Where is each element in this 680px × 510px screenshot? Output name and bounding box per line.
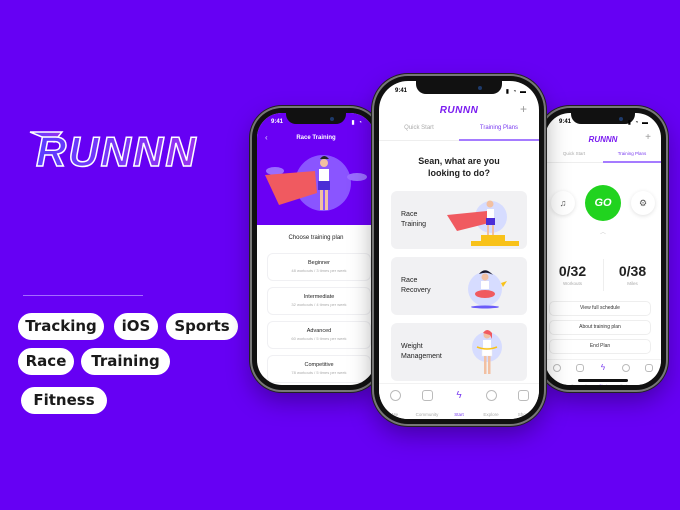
add-icon[interactable]: + — [520, 102, 527, 116]
nav-explore[interactable]: Explore — [475, 384, 507, 419]
status-time: 9:41 — [559, 119, 572, 125]
choose-plan-label: Choose training plan — [288, 235, 344, 241]
screen-goal-select: 9:41 ▮ ◔ ▬ RUNNN + Quick Start Training … — [379, 81, 539, 419]
home-indicator — [578, 379, 628, 382]
smiley-icon — [552, 364, 561, 372]
smiley-icon — [389, 390, 401, 401]
tab-quick-start[interactable]: Quick Start — [545, 151, 603, 162]
phone-notch — [571, 113, 635, 124]
plan-name: Beginner — [307, 260, 331, 266]
stat-label: Miles — [627, 281, 638, 286]
stat-value: 0/38 — [618, 263, 647, 279]
app-logo: RUNNN — [439, 105, 479, 116]
plan-detail: 78 workouts / 5 times per week — [291, 370, 347, 375]
stat-divider — [603, 259, 604, 291]
music-icon: ♫ — [559, 198, 567, 208]
hero-illustration: ‹ Race Training — [257, 113, 375, 225]
stat-workouts: 0/32 Workouts — [545, 263, 600, 286]
plan-detail: 60 workouts / 5 times per week — [291, 336, 347, 341]
screen-race-training: 9:41 ▮ ◔ ‹ Race Training Choose training… — [257, 113, 375, 385]
view-schedule-button[interactable]: View full schedule — [549, 301, 651, 316]
superhero-podium-illustration — [447, 200, 519, 246]
calendar-icon — [421, 390, 433, 401]
plan-card-advanced[interactable]: Advanced 60 workouts / 5 times per week — [267, 321, 371, 349]
plan-name: Intermediate — [303, 294, 335, 300]
phone-notch — [286, 113, 346, 124]
nav-label: Shop — [517, 412, 529, 417]
signal-wifi-battery-icon: ▮ ◔ ▬ — [505, 89, 527, 95]
tag-race: Race — [18, 348, 74, 375]
phone-notch — [416, 81, 502, 94]
stat-label: Workouts — [563, 281, 582, 286]
superhero-illustration — [265, 155, 367, 211]
goal-card-weight-management[interactable]: Weight Management — [391, 323, 527, 381]
meditation-illustration — [468, 270, 507, 309]
logo-text: RUNNN — [36, 128, 198, 170]
plan-name: Competitive — [304, 362, 334, 368]
go-button[interactable]: GO — [585, 185, 621, 221]
app-logo: RUNNN — [588, 135, 618, 144]
compass-icon — [485, 390, 497, 401]
bottom-nav: Me Community ϟ Start Explore Shop — [379, 383, 539, 419]
tab-training-plans[interactable]: Training Plans — [603, 151, 661, 163]
status-time: 9:41 — [271, 119, 284, 125]
stat-miles: 0/38 Miles — [605, 263, 660, 286]
divider — [23, 295, 143, 296]
tag-tracking: Tracking — [18, 313, 104, 340]
lightning-icon: ϟ — [456, 390, 462, 401]
settings-icon: ⚙ — [638, 198, 648, 208]
phone-start-plan: 9:41 ▮ ◔ ▬ RUNNN + Quick Start Training … — [540, 108, 666, 390]
goal-card-race-training[interactable]: Race Training — [391, 191, 527, 249]
status-time: 9:41 — [395, 88, 408, 94]
plan-card-competitive[interactable]: Competitive 78 workouts / 5 times per we… — [267, 355, 371, 383]
screen-start-plan: 9:41 ▮ ◔ ▬ RUNNN + Quick Start Training … — [545, 113, 661, 385]
plan-detail: 32 workouts / 4 times per week — [291, 302, 347, 307]
plan-detail: 48 workouts / 3 times per week — [291, 268, 347, 273]
plan-card-intermediate[interactable]: Intermediate 32 workouts / 4 times per w… — [267, 287, 371, 315]
nav-shop[interactable]: Shop — [507, 384, 539, 419]
runnn-logo: RUNNN — [29, 128, 198, 170]
screen-title: Race Training — [296, 135, 336, 141]
nav-shop[interactable]: Shop — [638, 360, 661, 385]
tag-sports: Sports — [166, 313, 238, 340]
tab-training-plans[interactable]: Training Plans — [459, 125, 539, 141]
settings-button[interactable]: ⚙ — [631, 191, 655, 215]
calendar-icon — [575, 364, 584, 372]
phone-goal-select: 9:41 ▮ ◔ ▬ RUNNN + Quick Start Training … — [374, 76, 544, 424]
chevron-up-icon[interactable]: ︿ — [545, 227, 661, 236]
greeting-question: Sean, what are you looking to do? — [418, 156, 500, 178]
goal-card-race-recovery[interactable]: Race Recovery — [391, 257, 527, 315]
signal-wifi-icon: ▮ ◔ — [351, 120, 363, 126]
tag-fitness: Fitness — [21, 387, 107, 414]
compass-icon — [622, 364, 631, 372]
plan-name: Advanced — [306, 328, 332, 334]
nav-community[interactable]: Community — [411, 384, 443, 419]
nav-label: Explore — [483, 412, 499, 417]
lightning-icon: ϟ — [600, 363, 606, 372]
weight-management-illustration — [472, 330, 502, 374]
music-button[interactable]: ♫ — [551, 191, 575, 215]
end-plan-button[interactable]: End Plan — [549, 339, 651, 354]
nav-start[interactable]: ϟ Start — [443, 384, 475, 419]
nav-label: Community — [415, 412, 439, 417]
nav-label: Me — [391, 412, 399, 417]
phone-race-training: 9:41 ▮ ◔ ‹ Race Training Choose training… — [252, 108, 380, 390]
stat-value: 0/32 — [558, 263, 587, 279]
tag-training: Training — [81, 348, 170, 375]
plan-card-beginner[interactable]: Beginner 48 workouts / 3 times per week — [267, 253, 371, 281]
nav-me[interactable]: Me — [379, 384, 411, 419]
nav-label: Start — [454, 412, 464, 417]
about-plan-button[interactable]: About training plan — [549, 320, 651, 335]
signal-wifi-battery-icon: ▮ ◔ ▬ — [627, 120, 649, 126]
bag-icon — [645, 364, 654, 372]
nav-me[interactable]: Me — [545, 360, 568, 385]
tab-quick-start[interactable]: Quick Start — [379, 125, 459, 140]
tag-ios: iOS — [114, 313, 158, 340]
add-icon[interactable]: + — [645, 132, 651, 143]
bag-icon — [517, 390, 529, 401]
